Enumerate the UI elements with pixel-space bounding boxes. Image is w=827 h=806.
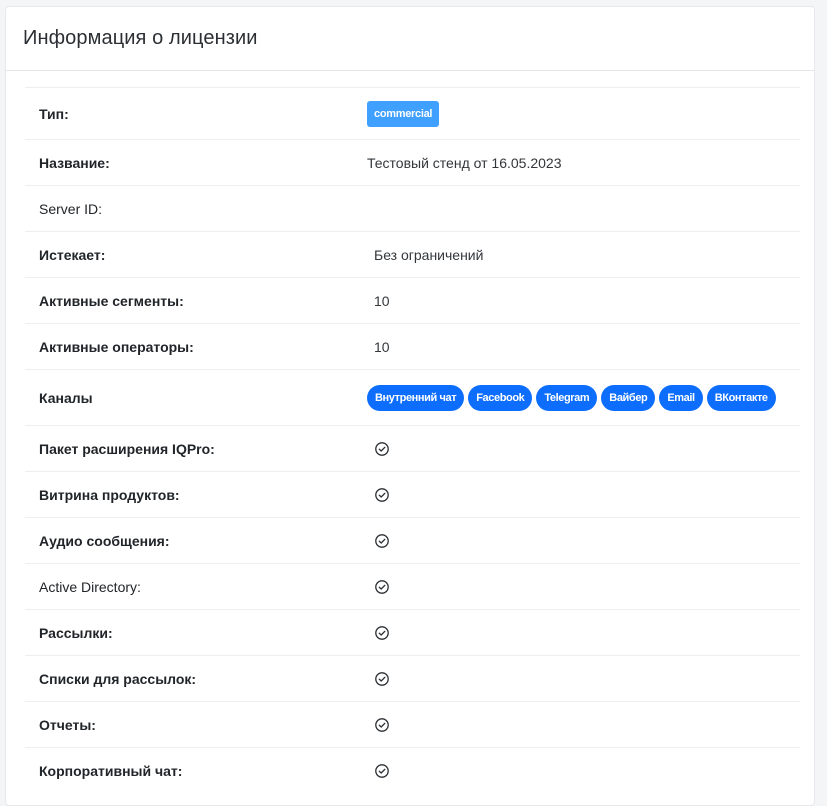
feature-row: Списки для рассылок: [25,655,800,701]
feature-label: Рассылки: [39,624,113,641]
expires-label: Истекает: [39,246,106,263]
license-row-type: Тип: commercial [25,87,800,139]
channel-badge: Telegram [536,384,598,411]
expires-value: Без ограничений [374,246,484,263]
check-circle-icon [375,671,389,686]
feature-row: Пакет расширения IQPro: [25,425,800,471]
channels-list: Внутренний чат Facebook Telegram Вайбер … [367,384,800,411]
feature-label: Списки для рассылок: [39,670,197,687]
active-operators-value: 10 [374,338,390,355]
license-row-channels: Каналы Внутренний чат Facebook Telegram … [25,369,800,425]
feature-row: Витрина продуктов: [25,471,800,517]
license-info-card: Информация о лицензии Тип: commercial На… [5,6,815,806]
active-segments-value: 10 [374,292,390,309]
active-operators-label: Активные операторы: [39,338,194,355]
license-row-active-operators: Активные операторы: 10 [25,323,800,369]
channel-badge: Вайбер [601,384,656,411]
card-header: Информация о лицензии [6,7,814,71]
check-circle-icon [375,441,389,456]
name-label: Название: [39,154,110,171]
feature-row: Active Directory: [25,563,800,609]
channel-badge: Email [659,384,703,411]
channel-badge: Facebook [468,384,533,411]
feature-label: Корпоративный чат: [39,762,183,779]
feature-label: Пакет расширения IQPro: [39,440,215,457]
name-value: Тестовый стенд от 16.05.2023 [367,154,562,171]
license-table: Тип: commercial Название: Тестовый стенд… [25,87,800,793]
feature-row: Отчеты: [25,701,800,747]
check-circle-icon [375,579,389,594]
license-type-badge: commercial [367,100,440,127]
feature-row: Аудио сообщения: [25,517,800,563]
feature-row: Корпоративный чат: [25,747,800,793]
feature-row: Рассылки: [25,609,800,655]
check-circle-icon [375,763,389,778]
feature-label: Отчеты: [39,716,96,733]
check-circle-icon [375,487,389,502]
check-circle-icon [375,625,389,640]
channels-label: Каналы [39,389,93,406]
channel-badge: ВКонтакте [706,384,776,411]
server-id-label: Server ID: [39,200,103,217]
check-circle-icon [375,717,389,732]
license-row-server-id: Server ID: [25,185,800,231]
license-row-active-segments: Активные сегменты: 10 [25,277,800,323]
type-label: Тип: [39,105,69,122]
active-segments-label: Активные сегменты: [39,292,184,309]
page-title: Информация о лицензии [23,27,258,49]
feature-label: Active Directory: [39,578,141,595]
feature-label: Витрина продуктов: [39,486,180,503]
channel-badge: Внутренний чат [367,384,465,411]
license-row-expires: Истекает: Без ограничений [25,231,800,277]
license-row-name: Название: Тестовый стенд от 16.05.2023 [25,139,800,185]
feature-label: Аудио сообщения: [39,532,170,549]
check-circle-icon [375,533,389,548]
